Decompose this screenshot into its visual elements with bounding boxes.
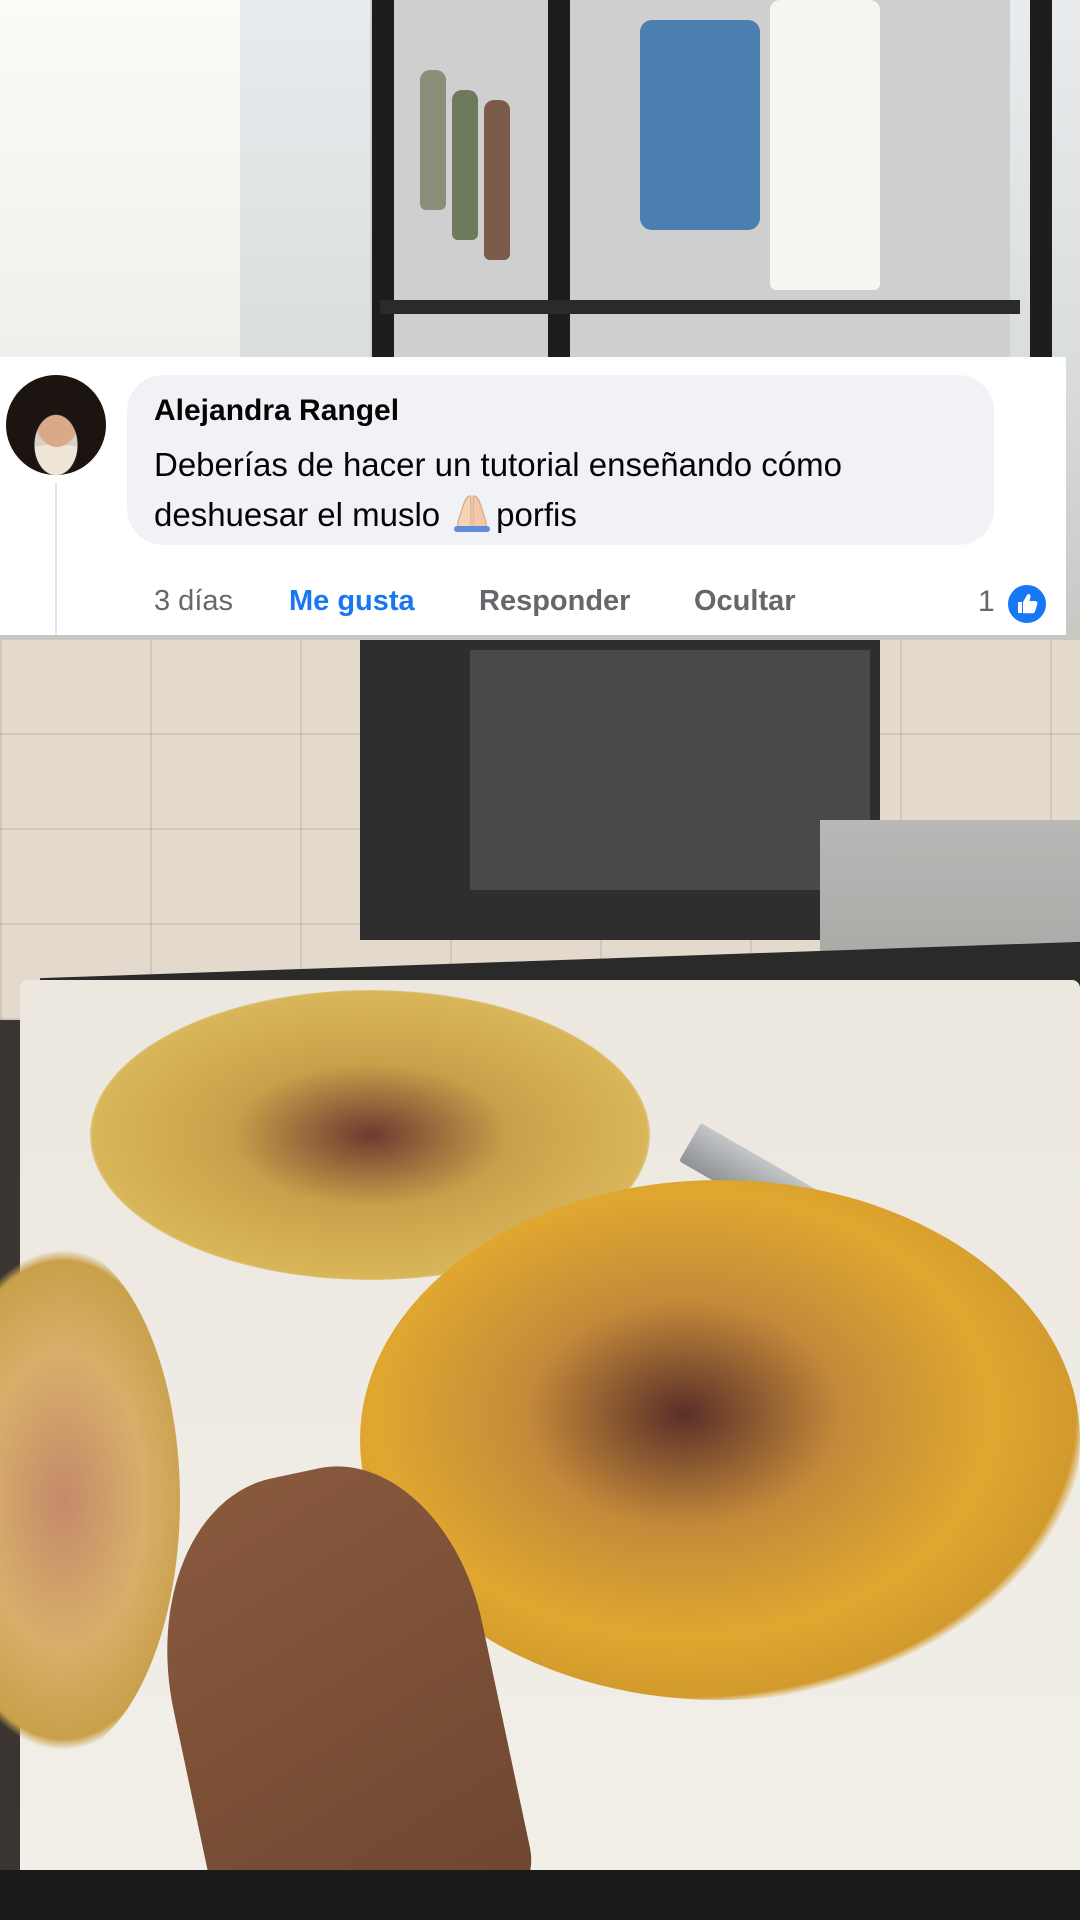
comment-card: Alejandra Rangel Deberías de hacer un tu… [0,357,1066,635]
reply-button[interactable]: Responder [479,585,630,618]
snack-bag [640,20,760,230]
avatar-hair [6,375,106,475]
comment-author[interactable]: Alejandra Rangel [154,394,399,428]
thread-line [55,482,57,635]
spice-jar [420,70,446,210]
background-window [0,0,240,360]
folded-hands-icon [450,492,494,532]
bottom-strip [0,1870,1080,1920]
reaction-count: 1 [978,585,995,618]
comment-text: Deberías de hacer un tutorial enseñando … [154,440,984,540]
hide-button[interactable]: Ocultar [694,585,796,618]
comment-time: 3 días [154,585,233,617]
spice-jar [452,90,478,240]
shelf-post [1030,0,1052,360]
like-thumb-icon [1006,583,1048,625]
video-frame: Alejandra Rangel Deberías de hacer un tu… [0,0,1080,1920]
white-bottle [770,0,880,290]
spice-jar [484,100,510,260]
avatar[interactable] [6,375,106,475]
like-button[interactable]: Me gusta [289,585,415,618]
comment-text-suffix: porfis [496,496,577,533]
shelf-board [380,300,1020,314]
lower-shelf-inner [470,650,870,890]
